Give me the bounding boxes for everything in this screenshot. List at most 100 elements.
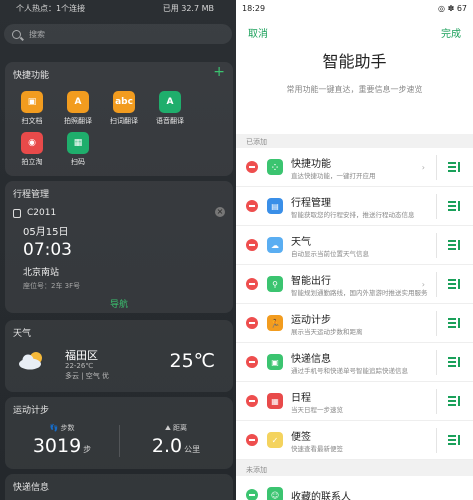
assistant-item[interactable]: 🏃 运动计步 展示当天运动步数和距离 — [236, 304, 473, 343]
remove-icon[interactable] — [246, 200, 258, 212]
assistant-item[interactable]: ▦ 日程 当天日程一步速览 — [236, 382, 473, 421]
item-desc: 通过手机号和快递单号智能追踪快递信息 — [291, 366, 408, 375]
assistant-item[interactable]: ⚲ 智能出行 智能规划通勤路线，国内外旅游时推送实用服务 › — [236, 265, 473, 304]
item-desc: 当天日程一步速览 — [291, 405, 343, 414]
close-icon[interactable]: × — [215, 207, 225, 217]
cloudy-icon — [19, 352, 42, 370]
item-desc: 智能获取您的行程安排，推送行程动态信息 — [291, 210, 415, 219]
assistant-item[interactable]: ☁ 天气 自动显示当前位置天气信息 — [236, 226, 473, 265]
data-usage: 已用 32.7 MB — [162, 3, 214, 13]
remove-icon[interactable] — [246, 278, 258, 290]
item-name: 日程 — [291, 392, 311, 404]
assistant-panel: 个人热点：1个连接 已用 32.7 MB 搜索 快捷功能 + ▣ 扫文档 A 拍照… — [0, 0, 236, 500]
quick-item-label: 扫词翻译 — [110, 117, 138, 125]
drag-handle-icon[interactable] — [448, 240, 460, 250]
settings-header: 18:29 ◎ ✽ 67 取消 完成 智能助手 常用功能一键直达，重要信息一步速… — [236, 0, 473, 134]
item-desc: 直达快捷功能，一键打开应用 — [291, 171, 376, 180]
divider — [436, 350, 437, 375]
page-title: 智能助手 — [322, 52, 387, 71]
weather-card[interactable]: 天气 福田区 22-26℃ 多云 | 空气 优 25℃ — [5, 320, 233, 392]
item-icon: ▤ — [267, 198, 283, 214]
weather-range: 22-26℃ — [65, 362, 94, 370]
quick-item[interactable]: A 语音翻译 — [147, 91, 193, 126]
schedule-card[interactable]: 行程管理 C2011 × 05月15日 07:03 北京南站 座位号：2车 3F… — [5, 181, 233, 313]
item-icon: ▣ — [267, 354, 283, 370]
quick-item-icon: abc — [113, 91, 135, 113]
steps-card[interactable]: 运动计步 👣 步数 3019 步 ⛰ 距离 2.0 公里 — [5, 397, 233, 469]
chevron-right-icon[interactable]: › — [422, 163, 425, 172]
steps-label: 步数 — [60, 424, 75, 432]
steps-value: 3019 — [32, 435, 82, 457]
drag-handle-icon[interactable] — [448, 318, 460, 328]
quick-item-label: 扫码 — [71, 158, 85, 166]
quick-item-icon: ▣ — [21, 91, 43, 113]
steps-unit: 步 — [83, 445, 92, 454]
divider — [436, 194, 437, 219]
quick-item[interactable]: ▦ 扫码 — [55, 132, 101, 167]
schedule-title: 行程管理 — [13, 190, 50, 200]
item-name: 智能出行 — [291, 275, 331, 287]
clock: 18:29 — [242, 3, 266, 13]
unadded-item[interactable]: ☺ 收藏的联系人 — [236, 476, 473, 500]
remove-icon[interactable] — [246, 434, 258, 446]
added-list: ⁘ 快捷功能 直达快捷功能，一键打开应用 › ▤ 行程管理 智能获取您的行程安排… — [236, 148, 473, 460]
item-icon: 🏃 — [267, 315, 283, 331]
drag-handle-icon[interactable] — [448, 357, 460, 367]
assistant-item[interactable]: ✓ 便签 快速查看最新便签 — [236, 421, 473, 460]
item-desc: 自动显示当前位置天气信息 — [291, 249, 369, 258]
train-icon — [13, 208, 21, 218]
quick-item[interactable]: A 拍照翻译 — [55, 91, 101, 126]
remove-icon[interactable] — [246, 239, 258, 251]
drag-handle-icon[interactable] — [448, 435, 460, 445]
top-nav: 取消 完成 — [236, 16, 473, 40]
remove-icon[interactable] — [246, 395, 258, 407]
train-number: C2011 — [27, 208, 57, 218]
distance-icon: ⛰ — [164, 424, 174, 432]
item-desc: 智能规划通勤路线，国内外旅游时推送实用服务 — [291, 288, 428, 297]
assistant-item[interactable]: ▣ 快递信息 通过手机号和快递单号智能追踪快递信息 — [236, 343, 473, 382]
page-subtitle: 常用功能一键直达，重要信息一步速览 — [286, 85, 423, 94]
remove-icon[interactable] — [246, 356, 258, 368]
add-icon[interactable]: + — [213, 64, 225, 80]
navigate-button[interactable]: 导航 — [5, 297, 233, 310]
drag-handle-icon[interactable] — [448, 201, 460, 211]
quick-item-icon: ▦ — [67, 132, 89, 154]
item-icon: ✓ — [267, 432, 283, 448]
train-row: C2011 — [5, 200, 233, 218]
drag-handle-icon[interactable] — [448, 162, 460, 172]
distance-label: 距离 — [173, 424, 188, 432]
status-bar-left: 个人热点：1个连接 已用 32.7 MB — [0, 0, 236, 16]
item-name: 便签 — [291, 431, 311, 443]
assistant-item[interactable]: ⁘ 快捷功能 直达快捷功能，一键打开应用 › — [236, 148, 473, 187]
quick-item[interactable]: ◉ 拍立淘 — [9, 132, 55, 167]
item-desc: 展示当天运动步数和距离 — [291, 327, 363, 336]
quick-item[interactable]: abc 扫词翻译 — [101, 91, 147, 126]
express-card[interactable]: 快递信息 — [5, 474, 233, 500]
steps-column: 👣 步数 3019 步 — [5, 423, 119, 457]
search-bar[interactable]: 搜索 — [4, 24, 232, 44]
assistant-item[interactable]: ▤ 行程管理 智能获取您的行程安排，推送行程动态信息 — [236, 187, 473, 226]
contacts-icon: ☺ — [267, 487, 283, 500]
section-added: 已添加 — [246, 138, 267, 146]
drag-handle-icon[interactable] — [448, 279, 460, 289]
chevron-right-icon[interactable]: › — [422, 280, 425, 289]
cancel-button[interactable]: 取消 — [248, 25, 268, 40]
quick-functions-grid: ▣ 扫文档 A 拍照翻译 abc 扫词翻译 A 语音翻译 ◉ 拍立淘 ▦ 扫码 — [5, 81, 233, 173]
section-unadded: 未添加 — [246, 466, 267, 474]
item-name: 行程管理 — [291, 197, 331, 209]
done-button[interactable]: 完成 — [441, 25, 461, 40]
quick-item[interactable]: ▣ 扫文档 — [9, 91, 55, 126]
item-icon: ▦ — [267, 393, 283, 409]
item-icon: ☁ — [267, 237, 283, 253]
weather-city: 福田区 — [65, 349, 98, 362]
remove-icon[interactable] — [246, 161, 258, 173]
remove-icon[interactable] — [246, 317, 258, 329]
search-icon — [12, 29, 21, 39]
divider — [436, 428, 437, 453]
schedule-seat: 座位号：2车 3F号 — [23, 282, 81, 290]
divider — [436, 233, 437, 258]
drag-handle-icon[interactable] — [448, 396, 460, 406]
quick-functions-title: 快捷功能 — [13, 71, 50, 81]
divider — [436, 389, 437, 414]
add-circle-icon[interactable] — [246, 489, 258, 500]
